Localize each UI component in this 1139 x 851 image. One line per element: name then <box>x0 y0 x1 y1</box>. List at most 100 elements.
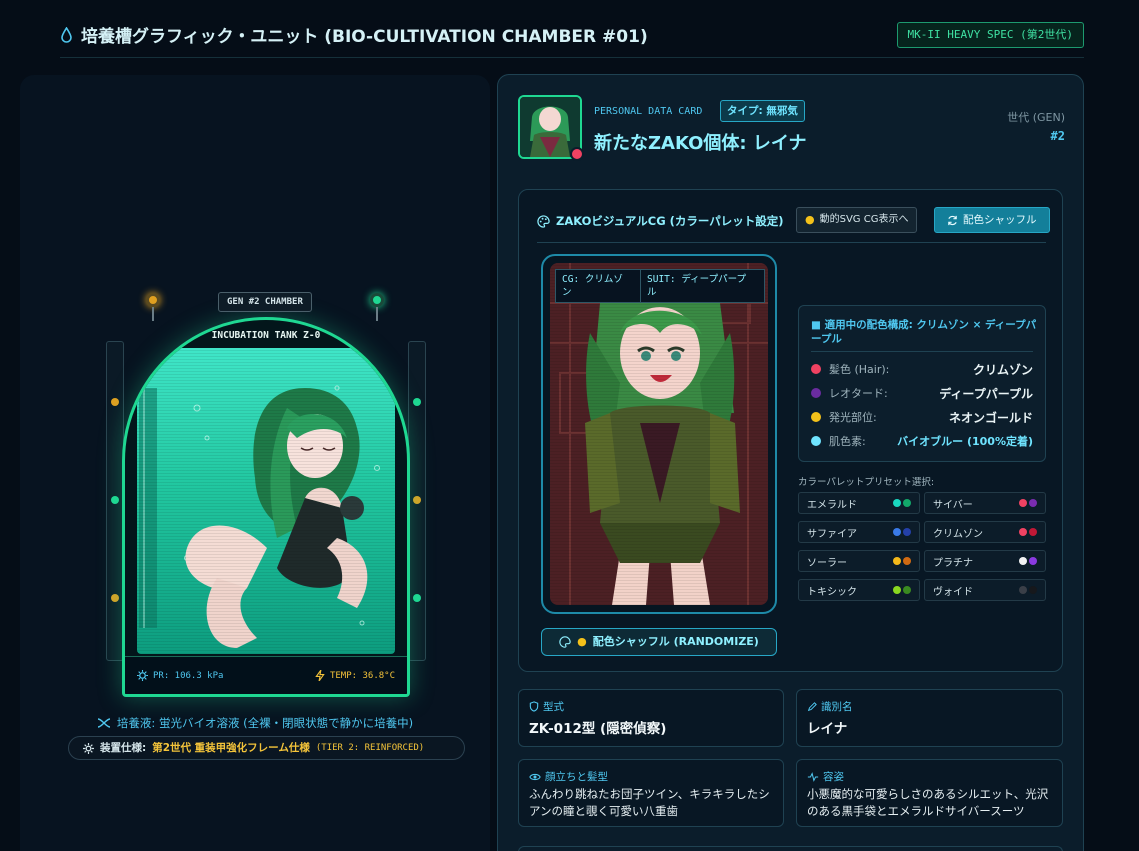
look-card: 容姿 小悪魔的な可愛らしさのあるシルエット、光沢のある黒手袋とエメラルドサイバー… <box>796 759 1063 827</box>
preset-void[interactable]: ヴォイド <box>924 579 1046 601</box>
palette-key: 髪色 (Hair): <box>829 363 890 376</box>
cg-color-tag: CG: クリムゾ ン <box>555 269 641 303</box>
preset-swatches <box>893 557 911 565</box>
swatch <box>893 557 901 565</box>
id-label: 識別名 <box>807 699 853 714</box>
color-swatch <box>811 364 821 374</box>
model-card: 型式 ZK-012型 (隠密偵察) <box>518 689 784 747</box>
indicator-light <box>111 594 119 602</box>
indicator-light <box>413 594 421 602</box>
spec-tier: (TIER 2: REINFORCED) <box>315 743 425 753</box>
preset-sapphire[interactable]: サファイア <box>798 521 920 543</box>
incubation-tank: INCUBATION TANK Z-0 PR: 106.3 kPa TEMP: … <box>122 317 410 697</box>
cg-preview: CG: クリムゾ ン SUIT: ディープパープ ル <box>541 254 777 614</box>
preset-toxic[interactable]: トキシック <box>798 579 920 601</box>
gen-value: #2 <box>1050 129 1065 143</box>
droplet-icon <box>61 26 72 43</box>
shuffle-button-label: 配色シャッフル <box>963 214 1037 226</box>
swatch <box>1019 557 1027 565</box>
cg-image <box>550 263 768 605</box>
swatch <box>893 499 901 507</box>
preset-solar[interactable]: ソーラー <box>798 550 920 572</box>
palette-row-hair: 髪色 (Hair): クリムゾン <box>811 360 1033 378</box>
tank-name: INCUBATION TANK Z-0 <box>211 330 321 341</box>
indicator-light <box>111 398 119 406</box>
palette-key: 発光部位: <box>829 411 877 424</box>
preset-platinum[interactable]: プラチナ <box>924 550 1046 572</box>
randomize-button[interactable]: ● 配色シャッフル (RANDOMIZE) <box>541 628 777 656</box>
applied-palette: ■ 適用中の配色構成: クリムゾン × ディープパープル 髪色 (Hair): … <box>798 305 1046 462</box>
palette-icon <box>559 636 571 648</box>
face-label-text: 顔立ちと髪型 <box>545 771 608 783</box>
preset-name: ソーラー <box>807 557 847 569</box>
preset-cyber[interactable]: サイバー <box>924 492 1046 514</box>
pen-icon <box>807 701 817 711</box>
id-value: レイナ <box>807 721 848 737</box>
preset-name: プラチナ <box>933 557 973 569</box>
palette-emoji-icon: ● <box>577 635 587 648</box>
model-label-text: 型式 <box>543 701 564 713</box>
preset-swatches <box>1019 499 1037 507</box>
color-swatch <box>811 412 821 422</box>
status-dot <box>570 147 584 161</box>
preset-swatches <box>893 499 911 507</box>
lightning-icon <box>315 670 325 681</box>
status-lamp <box>370 293 384 307</box>
look-label-text: 容姿 <box>823 771 844 783</box>
indicator-light <box>413 398 421 406</box>
page-title-text: 培養槽グラフィック・ユニット (BIO-CULTIVATION CHAMBER … <box>81 27 648 47</box>
cg-suit-tag: SUIT: ディープパープ ル <box>641 269 765 303</box>
id-card: 識別名 レイナ <box>796 689 1063 747</box>
palette-icon <box>537 214 550 228</box>
swatch <box>903 586 911 594</box>
palette-key: レオタード: <box>829 387 888 400</box>
personal-data-card: PERSONAL DATA CARD タイプ: 無邪気 新たなZAKO個体: レ… <box>497 74 1084 851</box>
face-label: 顔立ちと髪型 <box>529 769 608 784</box>
preset-name: トキシック <box>807 586 857 598</box>
preset-name: サファイア <box>807 528 857 540</box>
swatch <box>1029 528 1037 536</box>
spec-key: 装置仕様: <box>100 742 147 754</box>
shuffle-button[interactable]: 配色シャッフル <box>934 207 1050 233</box>
svg-view-button[interactable]: ● 動的SVG CG表示へ <box>796 207 918 233</box>
preset-emerald[interactable]: エメラルド <box>798 492 920 514</box>
pressure-readout: PR: 106.3 kPa <box>137 670 223 681</box>
swatch <box>893 586 901 594</box>
swatch <box>1029 557 1037 565</box>
look-label: 容姿 <box>807 769 844 784</box>
card-header: PERSONAL DATA CARD タイプ: 無邪気 新たなZAKO個体: レ… <box>518 95 1065 165</box>
scanline-overlay <box>137 348 395 654</box>
svg-view-button-label: 動的SVG CG表示へ <box>819 214 909 225</box>
refresh-icon <box>948 215 957 225</box>
preset-grid: エメラルド サイバー サファイア クリムゾン ソーラー プラチナ トキシック ヴ… <box>798 492 1046 601</box>
look-text: 小悪魔的な可愛らしさのあるシルエット、光沢のある黒手袋とエメラルドサイバースーツ <box>807 787 1049 818</box>
page-header: 培養槽グラフィック・ユニット (BIO-CULTIVATION CHAMBER … <box>60 0 1084 58</box>
avatar-image <box>520 97 580 157</box>
tank-liquid-illustration <box>137 348 395 654</box>
palette-row-glow: 発光部位: ネオンゴールド <box>811 408 1033 426</box>
specimen-name: 新たなZAKO個体: レイナ <box>594 133 807 154</box>
preset-name: サイバー <box>933 499 973 511</box>
lamp-stem <box>376 307 378 321</box>
palette-row-skin: 肌色素: バイオブルー (100%定着) <box>811 432 1033 450</box>
tank-assembly: INCUBATION TANK Z-0 PR: 106.3 kPa TEMP: … <box>106 292 426 717</box>
eye-icon <box>529 773 541 780</box>
preset-swatches <box>1019 557 1037 565</box>
model-value: ZK-012型 (隠密偵察) <box>529 721 667 737</box>
swatch <box>1019 499 1027 507</box>
swatch <box>1019 528 1027 536</box>
palette-value: ディープパープル <box>939 386 1033 401</box>
preset-crimson[interactable]: クリムゾン <box>924 521 1046 543</box>
model-label: 型式 <box>529 699 564 714</box>
tank-readout: PR: 106.3 kPa TEMP: 36.8°C <box>125 656 407 694</box>
swatch <box>903 528 911 536</box>
lamp-stem <box>152 307 154 321</box>
swatch <box>903 499 911 507</box>
preset-label: カラーパレットプリセット選択: <box>798 477 935 488</box>
palette-emoji-icon: ● <box>805 213 815 226</box>
preset-swatches <box>1019 586 1037 594</box>
gear-icon <box>137 670 148 681</box>
gen-chamber-label: GEN #2 CHAMBER <box>218 292 312 312</box>
palette-key: 肌色素: <box>829 435 866 448</box>
divider <box>811 351 1033 352</box>
